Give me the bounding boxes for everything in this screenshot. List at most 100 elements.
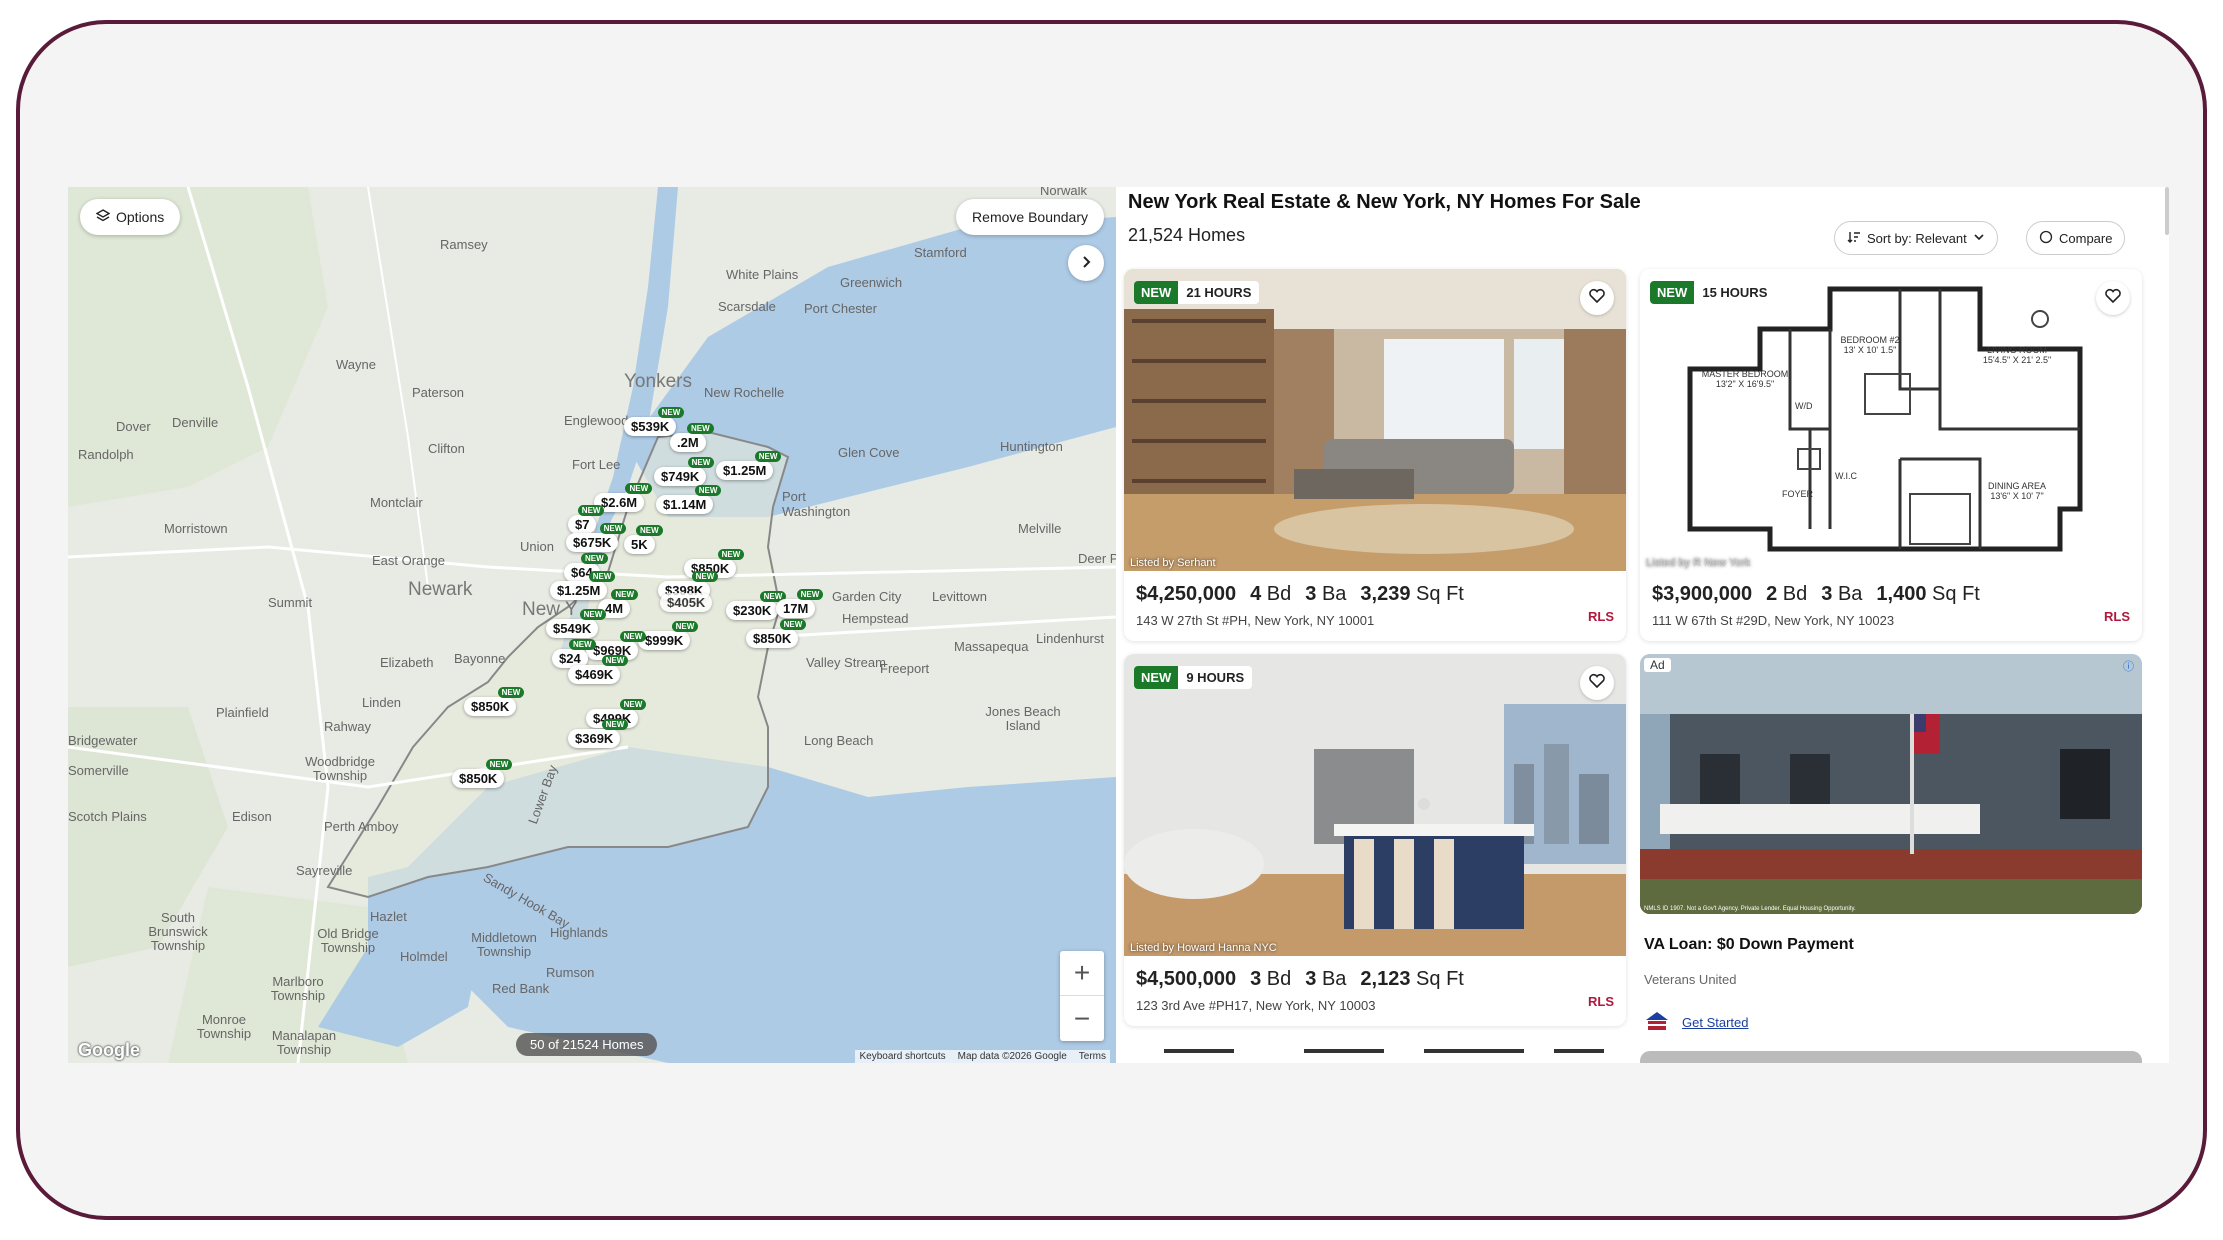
new-tag: NEW [671,621,699,632]
sqft: 1,400 [1876,583,1927,605]
remove-boundary-label: Remove Boundary [972,209,1088,225]
new-tag: NEW [694,485,722,496]
floorplan-label: W.I.C [1835,471,1857,481]
listing-card[interactable]: MASTER BEDROOM 13'2" X 16'9.5" BEDROOM #2… [1640,269,2142,641]
pin-price: $850K [471,699,510,714]
floorplan-label: BEDROOM #2 13' X 10' 1.5" [1840,335,1900,355]
zoom-in-button[interactable]: + [1060,951,1104,996]
rls-logo: RLS [1588,609,1614,624]
listings-panel[interactable]: New York Real Estate & New York, NY Home… [1116,187,2169,1063]
get-started-link[interactable]: Get Started [1682,1015,1748,1030]
favorite-button[interactable] [2096,281,2130,315]
price-pin[interactable]: .2M NEW [670,423,714,452]
next-card-peek [1124,1049,1626,1063]
price-line: $4,500,000 3 Bd 3 Ba 2,123 Sq Ft [1136,968,1464,991]
options-button[interactable]: Options [80,199,181,235]
keyboard-shortcuts-link[interactable]: Keyboard shortcuts [859,1051,945,1062]
place-label: Marlboro Township [270,974,326,1003]
price-pin[interactable]: $675K NEW [566,523,627,552]
app-window: Norwalk Ramsey Stamford White Plains Gre… [68,187,2169,1063]
terms-link[interactable]: Terms [1079,1051,1106,1062]
place-label: Clifton [428,441,465,456]
new-tag: NEW [577,505,605,516]
place-label: Massapequa [954,639,1029,654]
sort-dropdown[interactable]: Sort by: Relevant [1834,221,1998,255]
page-title: New York Real Estate & New York, NY Home… [1128,191,1641,213]
remove-boundary-button[interactable]: Remove Boundary [956,199,1104,235]
pin-price: $24 [559,651,581,666]
info-icon[interactable]: ⓘ [2123,658,2134,674]
favorite-button[interactable] [1580,281,1614,315]
price-pin[interactable]: $850K NEW [746,619,807,648]
map-data-credit: Map data ©2026 Google [957,1051,1067,1062]
place-label: Yonkers [624,371,692,392]
place-label: Elizabeth [380,655,434,670]
favorite-button[interactable] [1580,666,1614,700]
listing-photo[interactable]: NEW 9 HOURS Listed by Howard Hanna NYC [1124,654,1626,956]
price-pin[interactable]: $1.25M NEW [550,571,616,600]
place-label: Garden City [832,589,902,604]
ad-title: VA Loan: $0 Down Payment [1644,936,1854,953]
new-tag: NEW [579,609,607,620]
place-label: Hazlet [370,909,407,924]
next-card-peek [1640,1051,2142,1063]
beds: 2 [1766,583,1778,605]
price-pin[interactable]: $230K NEW [726,591,787,620]
place-label: Sayreville [296,863,353,878]
place-label: Plainfield [216,705,269,720]
pin-price: $469K [575,667,614,682]
floorplan-label: FOYER [1782,489,1814,499]
map-footer: Keyboard shortcuts Map data ©2026 Google… [855,1050,1110,1063]
price-pin[interactable]: $369K NEW [568,719,629,748]
price-pin[interactable]: $7 NEW [568,505,605,534]
place-label: Huntington [1000,439,1063,454]
place-label: Summit [268,595,313,610]
ad-fineprint: NMLS ID 1907. Not a Gov't Agency. Privat… [1644,906,1856,912]
price-pin[interactable]: $999K NEW [638,621,699,650]
price: $4,500,000 [1136,968,1237,990]
pin-price: $7 [575,517,590,532]
price-pin[interactable]: $405K [660,593,713,612]
price-pin[interactable]: 5K NEW [624,525,663,554]
scrollbar[interactable] [2165,187,2169,235]
place-label: Bayonne [454,651,506,666]
place-label: Perth Amboy [324,819,399,834]
ad-card[interactable]: Ad ⓘ NMLS ID 1907. Not a Gov't Agency. P… [1640,654,2142,1056]
pin-price: $369K [575,731,614,746]
compare-toggle[interactable]: Compare [2026,221,2126,255]
sqft: 3,239 [1360,583,1411,605]
new-tag: NEW [599,523,627,534]
price-pin[interactable]: $749K NEW [654,457,715,486]
zoom-out-button[interactable]: − [1060,996,1104,1041]
listing-card[interactable]: NEW 21 HOURS Listed by Serhant $4,250,000… [1124,269,1626,641]
listing-card[interactable]: NEW 9 HOURS Listed by Howard Hanna NYC $4… [1124,654,1626,1026]
heart-icon [1588,672,1606,695]
price-pin[interactable]: $549K NEW [546,609,607,638]
price-pin[interactable]: $1.25M NEW [716,451,782,480]
place-label: East Orange [372,553,445,568]
ad-photo[interactable]: Ad ⓘ NMLS ID 1907. Not a Gov't Agency. P… [1640,654,2142,914]
rls-logo: RLS [2104,609,2130,624]
price-pin[interactable]: $1.14M NEW [656,485,722,514]
price: $3,900,000 [1652,583,1753,605]
collapse-map-button[interactable] [1068,245,1104,281]
heart-icon [1588,287,1606,310]
price-pin[interactable]: $539K NEW [624,407,685,436]
map-panel[interactable]: Norwalk Ramsey Stamford White Plains Gre… [68,187,1116,1063]
address: 143 W 27th St #PH, New York, NY 10001 [1136,613,1375,628]
new-tag: NEW [581,553,608,564]
pin-price: .2M [677,435,699,450]
price-pin[interactable]: $850K NEW [464,687,525,716]
place-label: Montclair [370,495,423,510]
place-label: Melville [1018,521,1062,536]
place-label: Woodbridge Township [305,754,375,783]
place-label: White Plains [726,267,799,282]
new-tag: NEW [779,619,807,630]
price-pin[interactable]: 17M NEW [776,589,824,618]
listing-photo[interactable]: NEW 21 HOURS Listed by Serhant [1124,269,1626,571]
price-line: $4,250,000 4 Bd 3 Ba 3,239 Sq Ft [1136,583,1464,606]
listing-photo[interactable]: MASTER BEDROOM 13'2" X 16'9.5" BEDROOM #2… [1640,269,2142,571]
price-pin[interactable]: $850K NEW [452,759,513,788]
price-pin[interactable]: $469K NEW [568,655,629,684]
sqft-unit: Sq Ft [1416,968,1464,990]
